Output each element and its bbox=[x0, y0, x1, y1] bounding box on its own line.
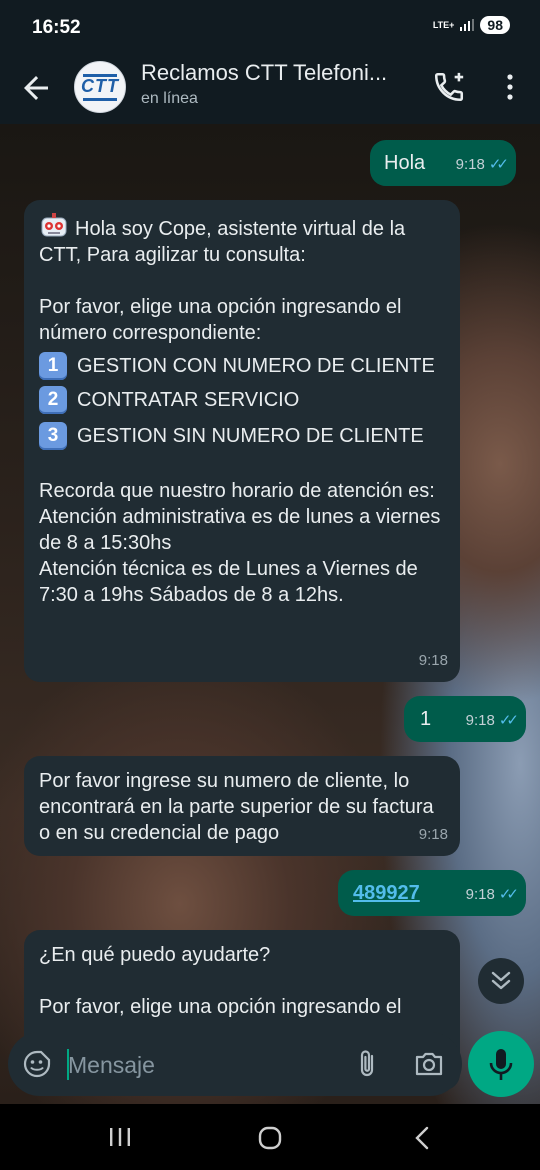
chat-header: CTT Reclamos CTT Telefoni... en línea bbox=[0, 56, 540, 124]
double-check-icon: ✓✓ bbox=[498, 712, 519, 729]
mic-icon bbox=[489, 1049, 513, 1080]
text-caret bbox=[67, 1049, 69, 1080]
message-time: 9:18 bbox=[418, 826, 448, 843]
option-text: GESTION SIN NUMERO DE CLIENTE bbox=[77, 425, 424, 447]
double-check-icon: ✓✓ bbox=[488, 156, 509, 173]
emoji-icon[interactable] bbox=[22, 1049, 52, 1079]
more-vert-icon[interactable] bbox=[498, 70, 522, 104]
message-text: 1 bbox=[420, 708, 432, 730]
option-text: CONTRATAR SERVICIO bbox=[77, 389, 300, 411]
robot-emoji-icon bbox=[41, 213, 67, 237]
battery-badge: 98 bbox=[480, 16, 510, 34]
nav-back-icon[interactable] bbox=[412, 1126, 432, 1150]
message-outgoing[interactable]: Hola 9:18 ✓✓ bbox=[370, 140, 516, 186]
option-1: 1 GESTION CON NUMERO DE CLIENTE bbox=[39, 352, 449, 380]
avatar-text: CTT bbox=[81, 76, 119, 96]
status-bar: 16:52 LTE+ 98 bbox=[0, 0, 540, 56]
avatar[interactable]: CTT bbox=[74, 61, 126, 113]
signal-icon bbox=[460, 19, 475, 31]
camera-icon[interactable] bbox=[412, 1048, 446, 1080]
option-text: GESTION CON NUMERO DE CLIENTE bbox=[77, 355, 435, 377]
message-meta: 9:18 ✓✓ bbox=[455, 152, 509, 178]
status-icons: LTE+ 98 bbox=[433, 16, 510, 34]
keycap-3-icon: 3 bbox=[39, 422, 67, 450]
message-incoming[interactable]: Hola soy Cope, asistente virtual de la C… bbox=[24, 200, 460, 682]
status-time: 16:52 bbox=[32, 17, 81, 38]
contact-status: en línea bbox=[141, 90, 198, 107]
scroll-down-icon bbox=[491, 971, 511, 990]
message-time: 9:18 bbox=[465, 886, 495, 903]
message-time: 9:18 bbox=[465, 712, 495, 729]
message-composer bbox=[8, 1032, 462, 1096]
home-icon[interactable] bbox=[258, 1126, 282, 1150]
scroll-down-button[interactable] bbox=[478, 958, 524, 1004]
attach-icon[interactable] bbox=[352, 1048, 382, 1080]
message-text: ¿En qué puedo ayudarte? bbox=[39, 944, 271, 966]
message-text-2: Por favor, elige una opción ingresando e… bbox=[39, 996, 402, 1018]
message-text: Por favor ingrese su numero de cliente, … bbox=[39, 770, 434, 844]
message-outgoing[interactable]: 489927 9:18 ✓✓ bbox=[338, 870, 526, 916]
message-incoming[interactable]: Por favor ingrese su numero de cliente, … bbox=[24, 756, 460, 856]
message-meta: 9:18 ✓✓ bbox=[465, 882, 519, 908]
message-hours-tech: Atención técnica es de Lunes a Viernes d… bbox=[39, 558, 424, 606]
message-meta: 9:18 bbox=[419, 822, 448, 848]
message-time: 9:18 bbox=[455, 156, 485, 173]
message-text: Hola bbox=[384, 152, 426, 174]
message-input[interactable] bbox=[66, 1046, 340, 1084]
intro-text: Hola soy Cope, asistente virtual de la C… bbox=[39, 218, 411, 266]
message-outgoing[interactable]: 1 9:18 ✓✓ bbox=[404, 696, 526, 742]
keycap-2-icon: 2 bbox=[39, 386, 67, 414]
message-hours: Recorda que nuestro horario de atención … bbox=[39, 480, 446, 554]
option-2: 2 CONTRATAR SERVICIO bbox=[39, 386, 449, 414]
message-link[interactable]: 489927 bbox=[353, 880, 420, 906]
message-meta: 9:18 ✓✓ bbox=[465, 708, 519, 734]
message-prompt: Por favor, elige una opción ingresando e… bbox=[39, 296, 408, 344]
contact-name[interactable]: Reclamos CTT Telefoni... bbox=[141, 60, 387, 86]
keycap-1-icon: 1 bbox=[39, 352, 67, 380]
mic-button[interactable] bbox=[468, 1031, 534, 1097]
system-nav-bar bbox=[0, 1104, 540, 1170]
back-arrow-icon[interactable] bbox=[18, 70, 54, 106]
message-time: 9:18 bbox=[418, 652, 448, 669]
network-indicator: LTE+ bbox=[432, 19, 455, 30]
option-3: 3 GESTION SIN NUMERO DE CLIENTE bbox=[39, 422, 449, 450]
chat-area[interactable]: Hola 9:18 ✓✓ Hola soy Cope, asistente vi… bbox=[0, 124, 540, 1104]
double-check-icon: ✓✓ bbox=[498, 886, 519, 903]
message-meta: 9:18 bbox=[419, 648, 448, 674]
message-intro: Hola soy Cope, asistente virtual de la C… bbox=[39, 212, 449, 268]
add-call-icon[interactable] bbox=[432, 70, 466, 104]
recent-apps-icon[interactable] bbox=[108, 1126, 132, 1148]
